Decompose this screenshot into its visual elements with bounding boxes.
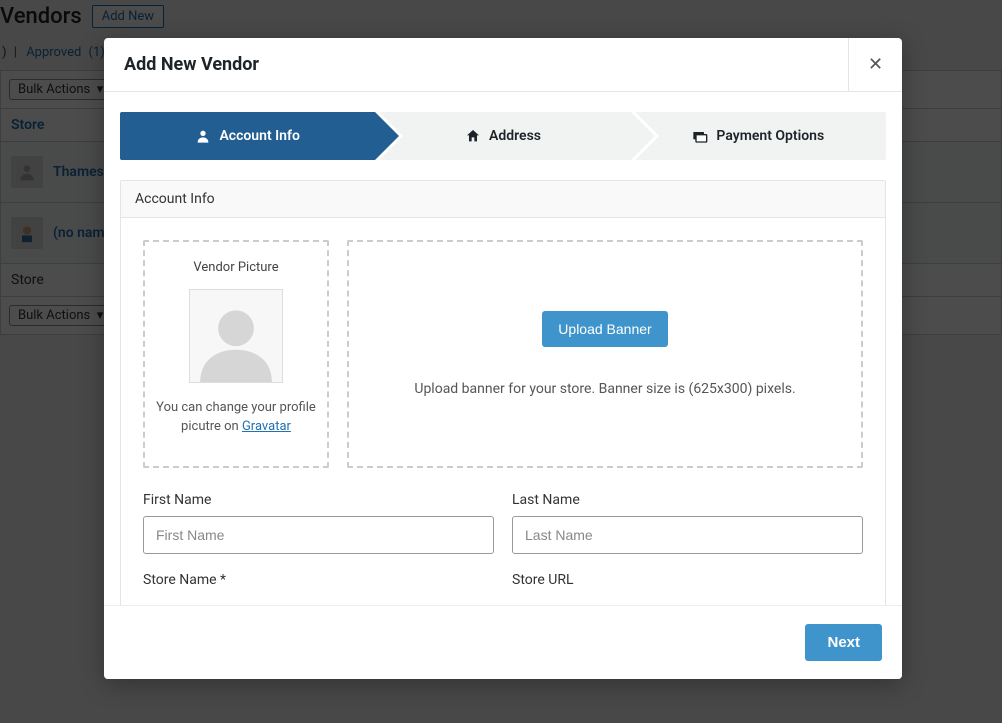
close-icon: ✕: [868, 54, 883, 75]
close-button[interactable]: ✕: [848, 38, 902, 92]
step-address[interactable]: Address: [375, 112, 630, 160]
gravatar-link[interactable]: Gravatar: [242, 419, 291, 434]
banner-hint: Upload banner for your store. Banner siz…: [414, 381, 795, 397]
step-account-info[interactable]: Account Info: [120, 112, 375, 160]
panel-header: Account Info: [121, 181, 885, 218]
store-url-label: Store URL: [512, 572, 863, 588]
user-icon: [195, 128, 211, 144]
add-vendor-modal: Add New Vendor ✕ Account Info Address Pa…: [104, 38, 902, 679]
modal-footer: Next: [104, 605, 902, 679]
vendor-picture-title: Vendor Picture: [193, 260, 278, 275]
modal-body: Account Info Address Payment Options Acc…: [104, 92, 902, 605]
modal-header: Add New Vendor ✕: [104, 38, 902, 92]
vendor-picture-box: Vendor Picture You can change your profi…: [143, 240, 329, 468]
panel-body: Vendor Picture You can change your profi…: [121, 218, 885, 605]
payment-icon: [692, 128, 708, 144]
home-icon: [465, 128, 481, 144]
wizard-stepper: Account Info Address Payment Options: [120, 112, 886, 160]
last-name-input[interactable]: [512, 516, 863, 554]
avatar-placeholder-icon: [193, 296, 279, 382]
store-name-label: Store Name *: [143, 572, 494, 588]
vendor-picture-hint: You can change your profile picutre on G…: [155, 399, 317, 437]
account-info-panel: Account Info Vendor Picture You can chan…: [120, 180, 886, 605]
first-name-label: First Name: [143, 492, 494, 508]
upload-banner-button[interactable]: Upload Banner: [542, 311, 667, 347]
modal-title: Add New Vendor: [104, 54, 279, 75]
store-banner-box: Upload Banner Upload banner for your sto…: [347, 240, 863, 468]
next-button[interactable]: Next: [805, 624, 882, 661]
step-payment-options[interactable]: Payment Options: [631, 112, 886, 160]
avatar-placeholder[interactable]: [189, 289, 283, 383]
last-name-label: Last Name: [512, 492, 863, 508]
first-name-input[interactable]: [143, 516, 494, 554]
